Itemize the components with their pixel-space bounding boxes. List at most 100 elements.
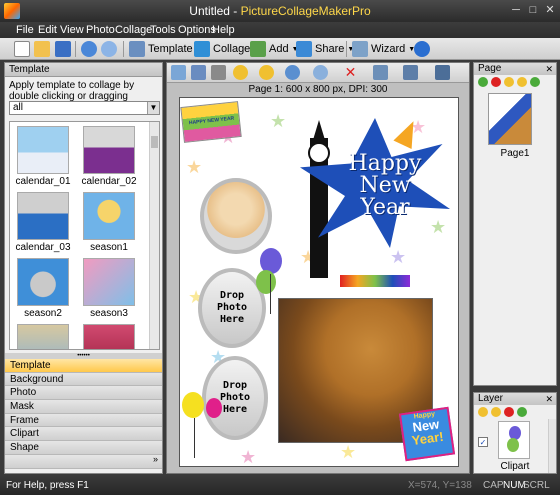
category-more-row: » [5, 453, 162, 469]
help-button[interactable] [414, 41, 430, 57]
page-label: Page1 [500, 148, 530, 159]
collage-canvas[interactable]: ★ ★ ★ ★ ★ ★ ★ ★ ★ ★ ★ ★ ★ HAPPY NEW YEAR… [179, 97, 459, 467]
new-button[interactable] [14, 41, 30, 57]
template-button-label: Template [148, 43, 193, 55]
redo-button[interactable] [101, 41, 117, 57]
headline-year: Year [360, 195, 410, 220]
menu-collage[interactable]: Collage [115, 24, 152, 36]
scrollbar-thumb[interactable] [151, 136, 158, 148]
close-icon[interactable]: ✕ [545, 63, 553, 75]
menu-view[interactable]: View [60, 24, 84, 36]
refresh-icon[interactable] [517, 407, 527, 417]
menu-edit[interactable]: Edit [38, 24, 57, 36]
layout-icon[interactable] [435, 65, 450, 80]
category-list: Template Background Photo Mask Frame Cli… [5, 359, 162, 469]
menu-photo[interactable]: Photo [86, 24, 115, 36]
undo-button[interactable] [81, 41, 97, 57]
template-item[interactable]: calendar_03 [14, 192, 72, 253]
delete-icon[interactable]: ✕ [343, 65, 358, 80]
layer-visible-checkbox[interactable]: ✓ [478, 437, 488, 447]
template-label: season2 [24, 308, 62, 319]
category-background[interactable]: Background [5, 372, 162, 387]
close-icon[interactable]: ✕ [545, 393, 553, 405]
align-icon[interactable] [373, 65, 388, 80]
template-item[interactable]: season2 [14, 258, 72, 319]
category-clipart[interactable]: Clipart [5, 427, 162, 442]
collage-icon [194, 41, 210, 57]
save-button[interactable] [55, 41, 71, 57]
template-item[interactable] [14, 324, 72, 349]
new-year-banner[interactable]: HAPPY NEW YEAR [180, 101, 242, 143]
redo-icon[interactable] [285, 65, 300, 80]
crop-icon[interactable] [191, 65, 206, 80]
menu-file[interactable]: File [16, 24, 34, 36]
more-categories-button[interactable]: » [153, 453, 158, 466]
fit-icon[interactable] [171, 65, 186, 80]
star-decoration: ★ [240, 447, 257, 467]
minimize-button[interactable]: ─ [508, 3, 524, 17]
wizard-icon [352, 41, 368, 57]
zoom-out-icon[interactable] [259, 65, 274, 80]
close-button[interactable]: ✕ [542, 3, 558, 17]
menu-options[interactable]: Options [178, 24, 216, 36]
category-mask[interactable]: Mask [5, 400, 162, 414]
zoom-in-icon[interactable] [233, 65, 248, 80]
template-item[interactable]: calendar_02 [80, 126, 138, 187]
drop-photo-text: Drop Photo Here [216, 290, 248, 325]
menu-bar: File Edit View Photo Collage Tools Optio… [0, 22, 560, 38]
balloon-clipart[interactable] [206, 398, 222, 418]
delete-layer-icon[interactable] [504, 407, 514, 417]
template-item[interactable]: season1 [80, 192, 138, 253]
template-item[interactable]: season3 [80, 258, 138, 319]
headline-new: New [359, 173, 411, 198]
move-up-icon[interactable] [504, 77, 514, 87]
clock-face-icon [308, 142, 330, 164]
wizard-button[interactable]: Wizard ▼ [352, 41, 415, 57]
open-button[interactable] [34, 41, 50, 57]
template-filter-select[interactable]: all ▼ [9, 101, 160, 115]
star-decoration: ★ [270, 111, 287, 131]
template-thumbnail [17, 258, 69, 306]
balloon-string [270, 274, 271, 314]
balloon-icon [507, 438, 519, 452]
menu-help[interactable]: Help [212, 24, 235, 36]
share-icon [296, 41, 312, 57]
layer-up-icon[interactable] [478, 407, 488, 417]
new-year-strip-clipart[interactable] [340, 275, 410, 287]
layer-thumbnail[interactable] [498, 421, 530, 459]
layer-down-icon[interactable] [491, 407, 501, 417]
undo-icon[interactable] [313, 65, 328, 80]
save-page-icon[interactable] [403, 65, 418, 80]
add-button[interactable]: Add▼ [250, 41, 299, 57]
menu-tools[interactable]: Tools [150, 24, 176, 36]
page-thumbnail[interactable] [488, 93, 532, 145]
new-year-sticker[interactable]: Happy New Year! [398, 406, 456, 462]
balloon-clipart[interactable] [182, 392, 204, 418]
balloon-string [194, 418, 195, 458]
layer-scrollbar[interactable] [548, 419, 556, 473]
template-scrollbar[interactable] [149, 122, 159, 349]
category-frame[interactable]: Frame [5, 413, 162, 428]
category-photo[interactable]: Photo [5, 386, 162, 401]
balloon-clipart[interactable] [256, 270, 276, 294]
template-item[interactable] [80, 324, 138, 349]
category-shape[interactable]: Shape [5, 441, 162, 455]
photo-slot-filled[interactable] [200, 178, 272, 254]
delete-page-icon[interactable] [491, 77, 501, 87]
template-item[interactable]: calendar_01 [14, 126, 72, 187]
rotate-icon[interactable] [211, 65, 226, 80]
help-icon [414, 41, 430, 57]
tower-spire [313, 120, 325, 140]
template-thumbnail [83, 192, 135, 240]
move-down-icon[interactable] [517, 77, 527, 87]
add-page-icon[interactable] [478, 77, 488, 87]
happy-new-year-text[interactable]: Happy New Year [330, 153, 440, 219]
template-icon [129, 41, 145, 57]
template-thumbnail [83, 126, 135, 174]
template-button[interactable]: Template▼ [129, 41, 203, 57]
maximize-button[interactable]: □ [525, 3, 541, 17]
template-thumbnail [17, 192, 69, 240]
refresh-icon[interactable] [530, 77, 540, 87]
document-title: Untitled [189, 4, 230, 18]
category-template[interactable]: Template [5, 359, 162, 373]
